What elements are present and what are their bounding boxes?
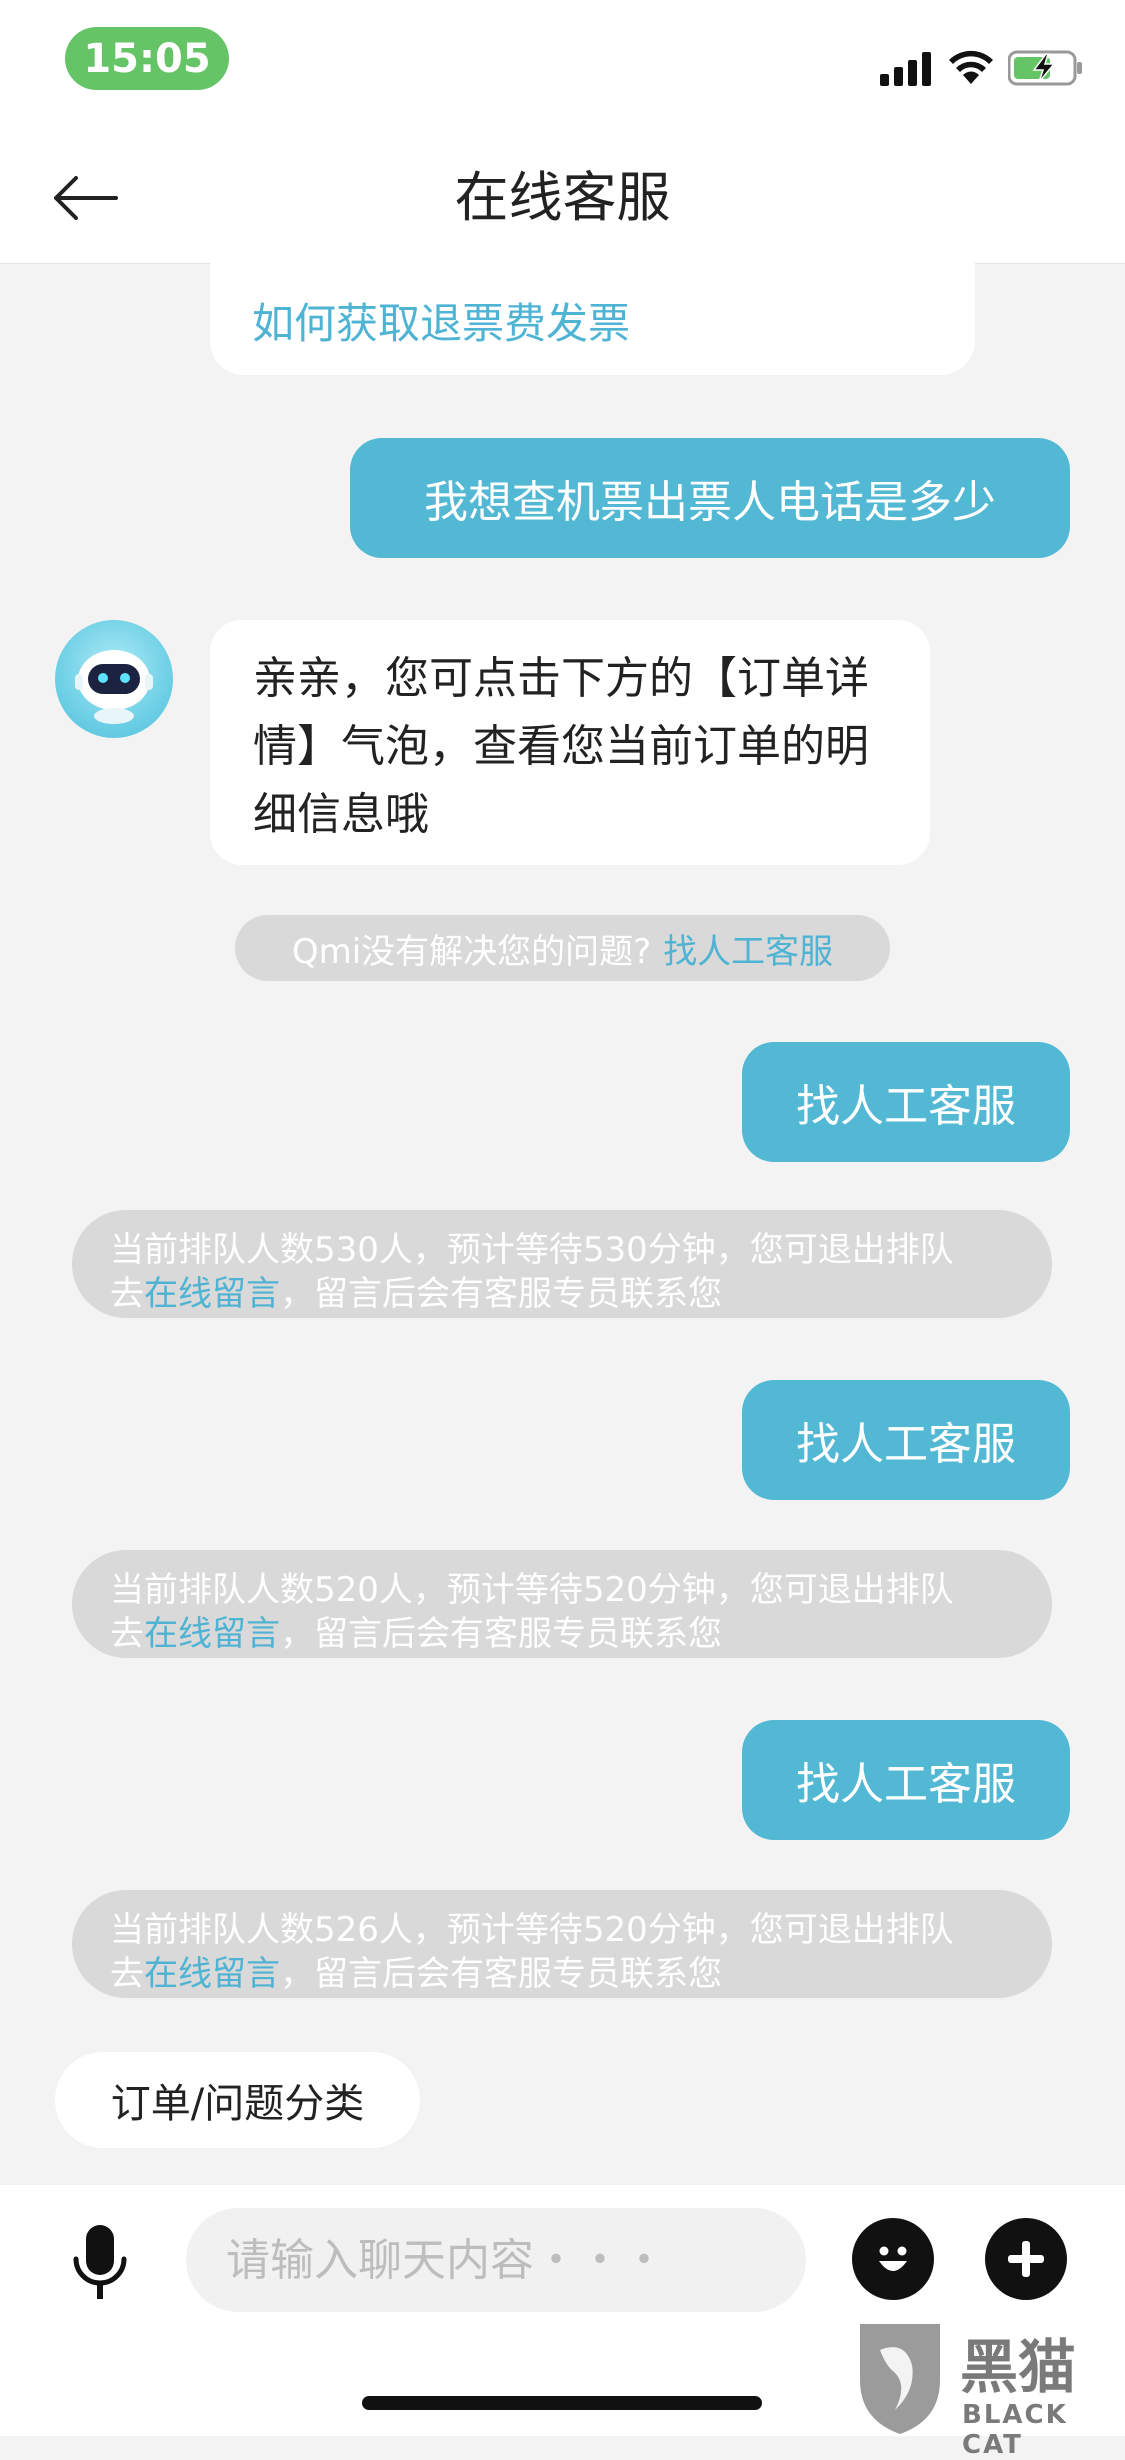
queue-suffix: ，留言后会有客服专员联系您 [280,1274,722,1314]
watermark-subtext: BLACK CAT [962,2400,1068,2460]
black-cat-logo-icon [860,2324,940,2434]
leave-message-link[interactable]: 在线留言 [144,1954,280,1994]
user-message: 找人工客服 [742,1042,1070,1162]
bot-avatar [55,620,173,738]
voice-button[interactable] [60,2218,140,2308]
robot-icon [75,650,153,724]
user-message: 找人工客服 [742,1720,1070,1840]
queue-suffix: ，留言后会有客服专员联系您 [280,1614,722,1654]
emoji-icon [879,2246,907,2271]
watermark-text: 黑猫 [960,2333,1077,2401]
chat-input[interactable] [186,2208,806,2312]
queue-prefix: 去 [110,1274,144,1314]
faq-link[interactable]: 如何获取退票费发票 [252,290,630,351]
queue-notice: 当前排队人数530人，预计等待530分钟，您可退出排队 去在线留言，留言后会有客… [72,1210,1052,1318]
battery-charging-icon [1007,50,1084,90]
queue-notice-line: 去在线留言，留言后会有客服专员联系您 [110,1606,722,1655]
queue-notice: 当前排队人数520人，预计等待520分钟，您可退出排队 去在线留言，留言后会有客… [72,1550,1052,1658]
human-agent-link[interactable]: 找人工客服 [663,924,833,973]
order-category-chip[interactable]: 订单/问题分类 [55,2052,420,2148]
plus-icon [1008,2241,1044,2277]
leave-message-link[interactable]: 在线留言 [144,1274,280,1314]
queue-notice: 当前排队人数526人，预计等待520分钟，您可退出排队 去在线留言，留言后会有客… [72,1890,1052,1998]
queue-prefix: 去 [110,1954,144,1994]
microphone-icon [73,2225,127,2299]
watermark: 黑猫 BLACK CAT [850,2320,1125,2460]
queue-suffix: ，留言后会有客服专员联系您 [280,1954,722,1994]
queue-notice-line: 去在线留言，留言后会有客服专员联系您 [110,1266,722,1315]
leave-message-link[interactable]: 在线留言 [144,1614,280,1654]
hint-text: Qmi没有解决您的问题? [291,931,652,972]
queue-notice-line: 去在线留言，留言后会有客服专员联系您 [110,1946,722,1995]
page-title: 在线客服 [454,166,671,229]
user-message: 我想查机票出票人电话是多少 [350,438,1070,558]
user-message: 找人工客服 [742,1380,1070,1500]
bot-message-text: 亲亲，您可点击下方的【订单详情】气泡，查看您当前订单的明细信息哦 [253,653,869,840]
wifi-icon [948,50,994,90]
more-button[interactable] [985,2218,1067,2300]
status-time: 15:05 [65,27,229,90]
queue-notice-line: 当前排队人数530人，预计等待530分钟，您可退出排队 [110,1230,954,1270]
emoji-button[interactable] [852,2218,934,2300]
queue-notice-line: 当前排队人数520人，预计等待520分钟，您可退出排队 [110,1570,954,1610]
queue-prefix: 去 [110,1614,144,1654]
system-hint: Qmi没有解决您的问题? 找人工客服 [235,915,890,981]
home-indicator [362,2396,762,2410]
queue-notice-line: 当前排队人数526人，预计等待520分钟，您可退出排队 [110,1910,954,1950]
signal-icon [880,52,934,90]
